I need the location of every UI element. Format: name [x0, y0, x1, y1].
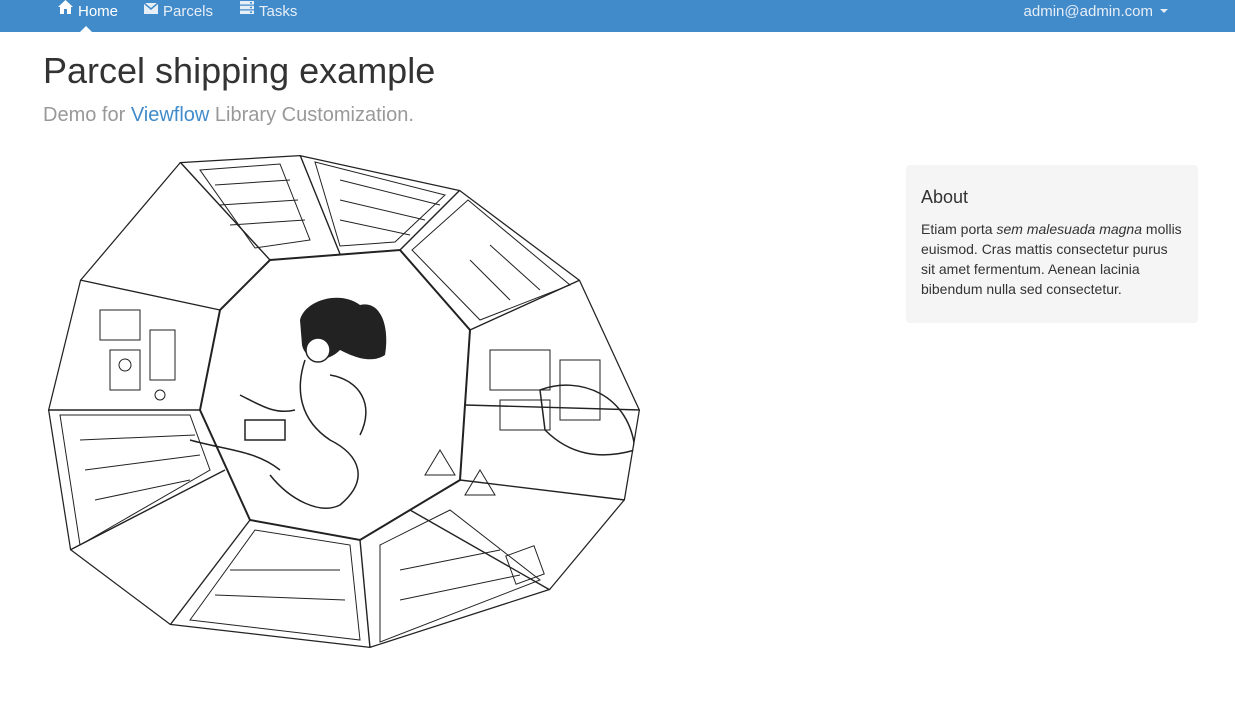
nav-tasks[interactable]: Tasks	[240, 0, 297, 32]
lead-prefix: Demo for	[43, 104, 131, 126]
about-text: Etiam porta sem malesuada magna mollis e…	[921, 219, 1183, 299]
nav-home-label: Home	[78, 3, 119, 20]
envelope-icon	[143, 0, 159, 22]
page-title: Parcel shipping example	[43, 50, 436, 91]
active-nav-indicator	[80, 26, 92, 32]
lead-suffix: Library Customization.	[209, 104, 414, 126]
about-text-emphasis: sem malesuada magna	[996, 221, 1143, 237]
about-title: About	[921, 187, 969, 207]
nav-tasks-label: Tasks	[259, 3, 298, 20]
home-icon	[58, 0, 73, 22]
caret-down-icon	[1160, 9, 1168, 14]
nav-parcels[interactable]: Parcels	[143, 0, 214, 32]
nav-parcels-label: Parcels	[163, 3, 214, 20]
about-panel: About Etiam porta sem malesuada magna mo…	[906, 165, 1198, 323]
viewflow-link[interactable]: Viewflow	[131, 104, 210, 126]
tasks-icon	[240, 0, 254, 22]
top-navbar: Home Parcels Tasks admin@admin.com	[0, 0, 1235, 32]
astronaut-illustration	[40, 150, 640, 650]
user-email: admin@admin.com	[1023, 3, 1153, 20]
page-lead: Demo for Viewflow Library Customization.	[43, 102, 414, 128]
user-menu[interactable]: admin@admin.com	[1024, 0, 1168, 32]
about-text-start: Etiam porta	[921, 221, 997, 237]
